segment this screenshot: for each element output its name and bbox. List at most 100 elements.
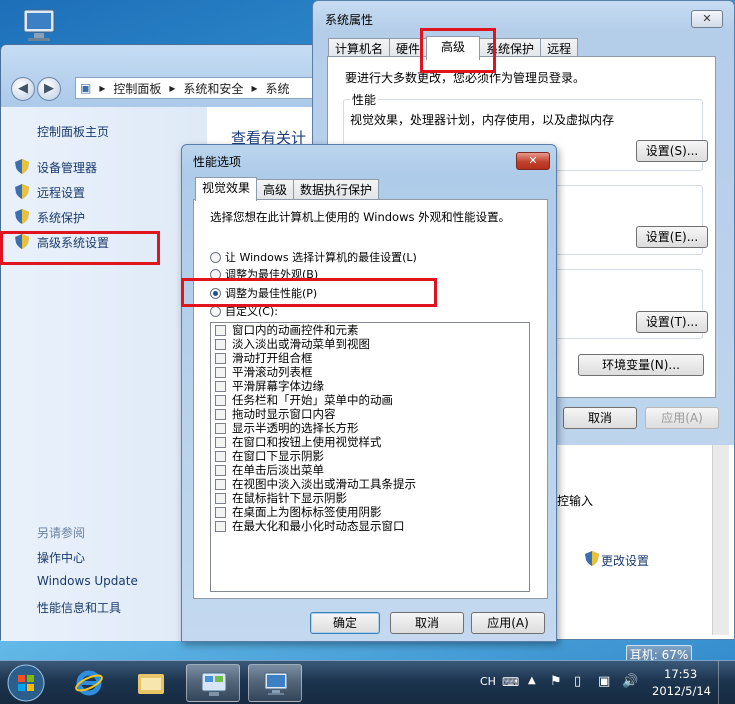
address-box[interactable]: ▣ ▸ 控制面板 ▸ 系统和安全 ▸ 系统 bbox=[75, 77, 327, 99]
computer-icon bbox=[264, 672, 288, 695]
checkbox[interactable] bbox=[215, 366, 226, 378]
effects-list[interactable]: 窗口内的动画控件和元素 淡入淡出或滑动菜单到视图 滑动打开组合框 平滑滚动列表框… bbox=[210, 322, 530, 592]
startup-settings-button[interactable]: 设置(T)... bbox=[636, 311, 708, 333]
see-also-performance-info[interactable]: 性能信息和工具 bbox=[37, 599, 121, 616]
highlight-advanced-settings bbox=[0, 231, 160, 265]
volume-icon[interactable]: 🔊 bbox=[622, 674, 638, 689]
radio-button[interactable] bbox=[210, 251, 221, 263]
flag-icon[interactable]: ⚑ bbox=[550, 674, 562, 689]
effect-item[interactable]: 平滑屏幕字体边缘 bbox=[211, 379, 529, 393]
performance-description: 视觉效果，处理器计划，内存使用，以及虚拟内存 bbox=[350, 113, 615, 127]
clock-time[interactable]: 17:53 bbox=[664, 667, 697, 681]
effect-item[interactable]: 拖动时显示窗口内容 bbox=[211, 407, 529, 421]
effect-item[interactable]: 在桌面上为图标标签使用阴影 bbox=[211, 505, 529, 519]
close-button[interactable]: ✕ bbox=[516, 152, 550, 170]
taskbar: CH ⌨ ▲ ⚑ ▯ ▣ 🔊 17:53 2012/5/14 bbox=[0, 660, 735, 704]
scrollbar[interactable] bbox=[712, 445, 729, 635]
effect-item[interactable]: 在单击后淡出菜单 bbox=[211, 463, 529, 477]
radio-label: 让 Windows 选择计算机的最佳设置(L) bbox=[225, 251, 417, 264]
breadcrumb-separator: ▸ bbox=[251, 81, 258, 95]
checkbox[interactable] bbox=[215, 338, 226, 350]
checkbox[interactable] bbox=[215, 506, 226, 518]
tab-visual-effects[interactable]: 视觉效果 bbox=[195, 177, 258, 201]
effect-item[interactable]: 平滑滚动列表框 bbox=[211, 365, 529, 379]
keyboard-icon[interactable]: ⌨ bbox=[502, 675, 519, 689]
effect-item[interactable]: 在最大化和最小化时动态显示窗口 bbox=[211, 519, 529, 533]
clock-date[interactable]: 2012/5/14 bbox=[652, 684, 711, 698]
checkbox[interactable] bbox=[215, 450, 226, 462]
breadcrumb-separator: ▸ bbox=[169, 81, 176, 95]
control-panel-icon bbox=[201, 672, 227, 696]
breadcrumb-item-security[interactable]: 系统和安全 bbox=[179, 80, 247, 97]
internet-explorer-icon bbox=[75, 670, 103, 696]
tab-advanced[interactable]: 高级 bbox=[426, 36, 481, 60]
background-text: 控输入 bbox=[557, 494, 594, 508]
effect-item[interactable]: 任务栏和「开始」菜单中的动画 bbox=[211, 393, 529, 407]
checkbox[interactable] bbox=[215, 492, 226, 504]
checkbox[interactable] bbox=[215, 436, 226, 448]
effect-item[interactable]: 淡入淡出或滑动菜单到视图 bbox=[211, 337, 529, 351]
dialog-title: 性能选项 bbox=[193, 155, 242, 169]
forward-button[interactable]: ▶ bbox=[37, 77, 61, 101]
language-indicator[interactable]: CH bbox=[480, 675, 496, 688]
taskbar-explorer[interactable] bbox=[124, 664, 178, 702]
see-also-windows-update[interactable]: Windows Update bbox=[37, 574, 138, 588]
radio-let-windows-choose[interactable]: 让 Windows 选择计算机的最佳设置(L) bbox=[210, 249, 417, 265]
control-panel-home-link[interactable]: 控制面板主页 bbox=[37, 123, 109, 140]
show-hidden-icons-icon[interactable]: ▲ bbox=[528, 675, 536, 686]
address-bar-area: ◀ ▶ ▣ ▸ 控制面板 ▸ 系统和安全 ▸ 系统 bbox=[9, 75, 327, 101]
cancel-button[interactable]: 取消 bbox=[563, 407, 637, 429]
checkbox[interactable] bbox=[215, 464, 226, 476]
ok-button[interactable]: 确定 bbox=[310, 612, 380, 634]
checkbox[interactable] bbox=[215, 352, 226, 364]
taskbar-system-properties[interactable] bbox=[248, 664, 302, 702]
tab-dep[interactable]: 数据执行保护 bbox=[293, 179, 380, 201]
show-desktop-button[interactable] bbox=[718, 661, 735, 704]
checkbox[interactable] bbox=[215, 422, 226, 434]
effect-item[interactable]: 滑动打开组合框 bbox=[211, 351, 529, 365]
performance-settings-button[interactable]: 设置(S)... bbox=[636, 140, 708, 162]
shield-icon bbox=[15, 209, 29, 224]
taskbar-ie[interactable] bbox=[62, 664, 116, 702]
see-also-heading: 另请参阅 bbox=[37, 526, 86, 540]
sidebar-item-system-protection[interactable]: 系统保护 bbox=[37, 209, 85, 226]
checkbox[interactable] bbox=[215, 478, 226, 490]
environment-variables-button[interactable]: 环境变量(N)... bbox=[578, 354, 704, 376]
sidebar-item-device-manager[interactable]: 设备管理器 bbox=[37, 159, 97, 176]
checkbox[interactable] bbox=[215, 380, 226, 392]
see-also-action-center[interactable]: 操作中心 bbox=[37, 549, 85, 566]
radio-button[interactable] bbox=[210, 305, 221, 317]
effect-item[interactable]: 在视图中淡入淡出或滑动工具条提示 bbox=[211, 477, 529, 491]
cancel-button[interactable]: 取消 bbox=[390, 612, 464, 634]
checkbox[interactable] bbox=[215, 408, 226, 420]
effect-item[interactable]: 显示半透明的选择长方形 bbox=[211, 421, 529, 435]
tab-advanced[interactable]: 高级 bbox=[256, 179, 295, 201]
control-panel-sidebar: 控制面板主页 设备管理器 远程设置 系统保护 高级系统设置 另请参阅 操作中心 … bbox=[1, 107, 207, 641]
effect-label: 在最大化和最小化时动态显示窗口 bbox=[232, 519, 405, 533]
highlight-best-performance bbox=[181, 278, 437, 307]
breadcrumb-item-control-panel[interactable]: 控制面板 bbox=[109, 80, 165, 97]
profiles-settings-button[interactable]: 设置(E)... bbox=[636, 226, 708, 248]
checkbox[interactable] bbox=[215, 394, 226, 406]
apply-button[interactable]: 应用(A) bbox=[645, 407, 719, 429]
control-panel-icon: ▣ bbox=[80, 81, 92, 95]
taskbar-control-panel[interactable] bbox=[186, 664, 240, 702]
effect-item[interactable]: 窗口内的动画控件和元素 bbox=[211, 323, 529, 337]
back-button[interactable]: ◀ bbox=[11, 77, 35, 101]
close-button[interactable]: ✕ bbox=[691, 10, 723, 28]
device-icon[interactable]: ▯ bbox=[574, 674, 581, 689]
effect-item[interactable]: 在窗口和按钮上使用视觉样式 bbox=[211, 435, 529, 449]
tab-bar: 视觉效果 高级 数据执行保护 bbox=[195, 177, 380, 201]
effect-item[interactable]: 在窗口下显示阴影 bbox=[211, 449, 529, 463]
computer-desktop-icon[interactable] bbox=[14, 8, 60, 44]
apply-button[interactable]: 应用(A) bbox=[471, 612, 545, 634]
sidebar-item-remote-settings[interactable]: 远程设置 bbox=[37, 184, 85, 201]
network-icon[interactable]: ▣ bbox=[598, 674, 610, 689]
breadcrumb-item-system[interactable]: 系统 bbox=[261, 80, 293, 97]
checkbox[interactable] bbox=[215, 520, 226, 532]
start-button[interactable] bbox=[6, 663, 46, 703]
change-settings-link[interactable]: 更改设置 bbox=[601, 552, 649, 569]
checkbox[interactable] bbox=[215, 324, 226, 336]
effect-item[interactable]: 在鼠标指针下显示阴影 bbox=[211, 491, 529, 505]
breadcrumb-separator: ▸ bbox=[99, 81, 106, 95]
